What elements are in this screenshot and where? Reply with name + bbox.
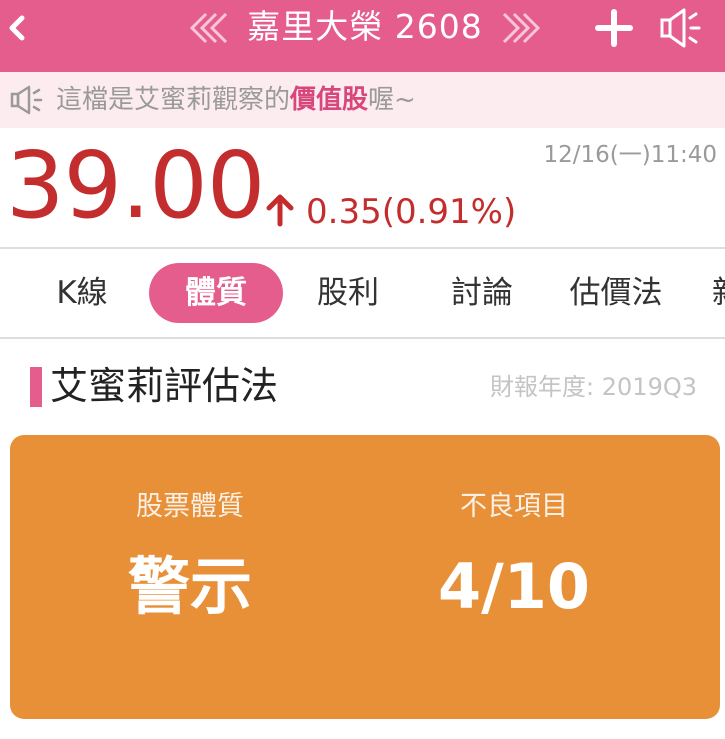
notice-text-prefix: 這檔是艾蜜莉觀察的	[56, 85, 291, 115]
report-period: 財報年度: 2019Q3	[490, 373, 697, 401]
announcement-button[interactable]	[656, 6, 706, 50]
health-label: 股票體質	[136, 491, 244, 522]
megaphone-icon	[660, 8, 701, 48]
back-button[interactable]	[0, 6, 40, 50]
notice-highlight: 價值股	[290, 85, 369, 115]
section-marker	[30, 367, 42, 407]
tab-news[interactable]: 新	[712, 263, 725, 323]
arrow-up-icon	[264, 192, 296, 228]
stock-price: 39.00	[6, 132, 265, 239]
tab-dividend[interactable]: 股利	[290, 263, 406, 323]
bad-items-value: 4/10	[437, 550, 591, 623]
notice-text-suffix: 喔~	[368, 85, 416, 115]
stock-title: 嘉里大榮 2608	[247, 7, 483, 46]
app-header: 嘉里大榮 2608	[0, 0, 725, 72]
evaluation-card[interactable]: 股票體質 警示 不良項目 4/10	[10, 435, 720, 719]
tab-fundamentals[interactable]: 體質	[149, 263, 283, 323]
chevron-left-icon	[9, 15, 25, 41]
quote-timestamp: 12/16(一)11:40	[543, 142, 717, 168]
add-watchlist-button[interactable]	[592, 8, 636, 48]
tab-valuation[interactable]: 估價法	[560, 263, 672, 323]
tab-discussion[interactable]: 討論	[424, 263, 540, 323]
section-title: 艾蜜莉評估法	[50, 364, 279, 408]
health-value: 警示	[127, 550, 252, 623]
notice-bar[interactable]: 這檔是艾蜜莉觀察的價值股喔~	[0, 72, 725, 128]
tab-bar: K線 體質 股利 討論 估價法 新	[0, 249, 725, 337]
next-stock-button[interactable]	[498, 8, 542, 48]
notice-text: 這檔是艾蜜莉觀察的價值股喔~	[56, 82, 416, 118]
double-chevron-left-icon	[189, 12, 228, 44]
megaphone-icon	[8, 84, 48, 116]
bad-items-label: 不良項目	[460, 491, 568, 522]
divider	[0, 337, 725, 339]
double-chevron-right-icon	[502, 12, 541, 44]
tab-kline[interactable]: K線	[24, 263, 140, 323]
price-change: 0.35(0.91%)	[306, 192, 517, 232]
plus-icon	[595, 9, 633, 47]
previous-stock-button[interactable]	[188, 8, 232, 48]
